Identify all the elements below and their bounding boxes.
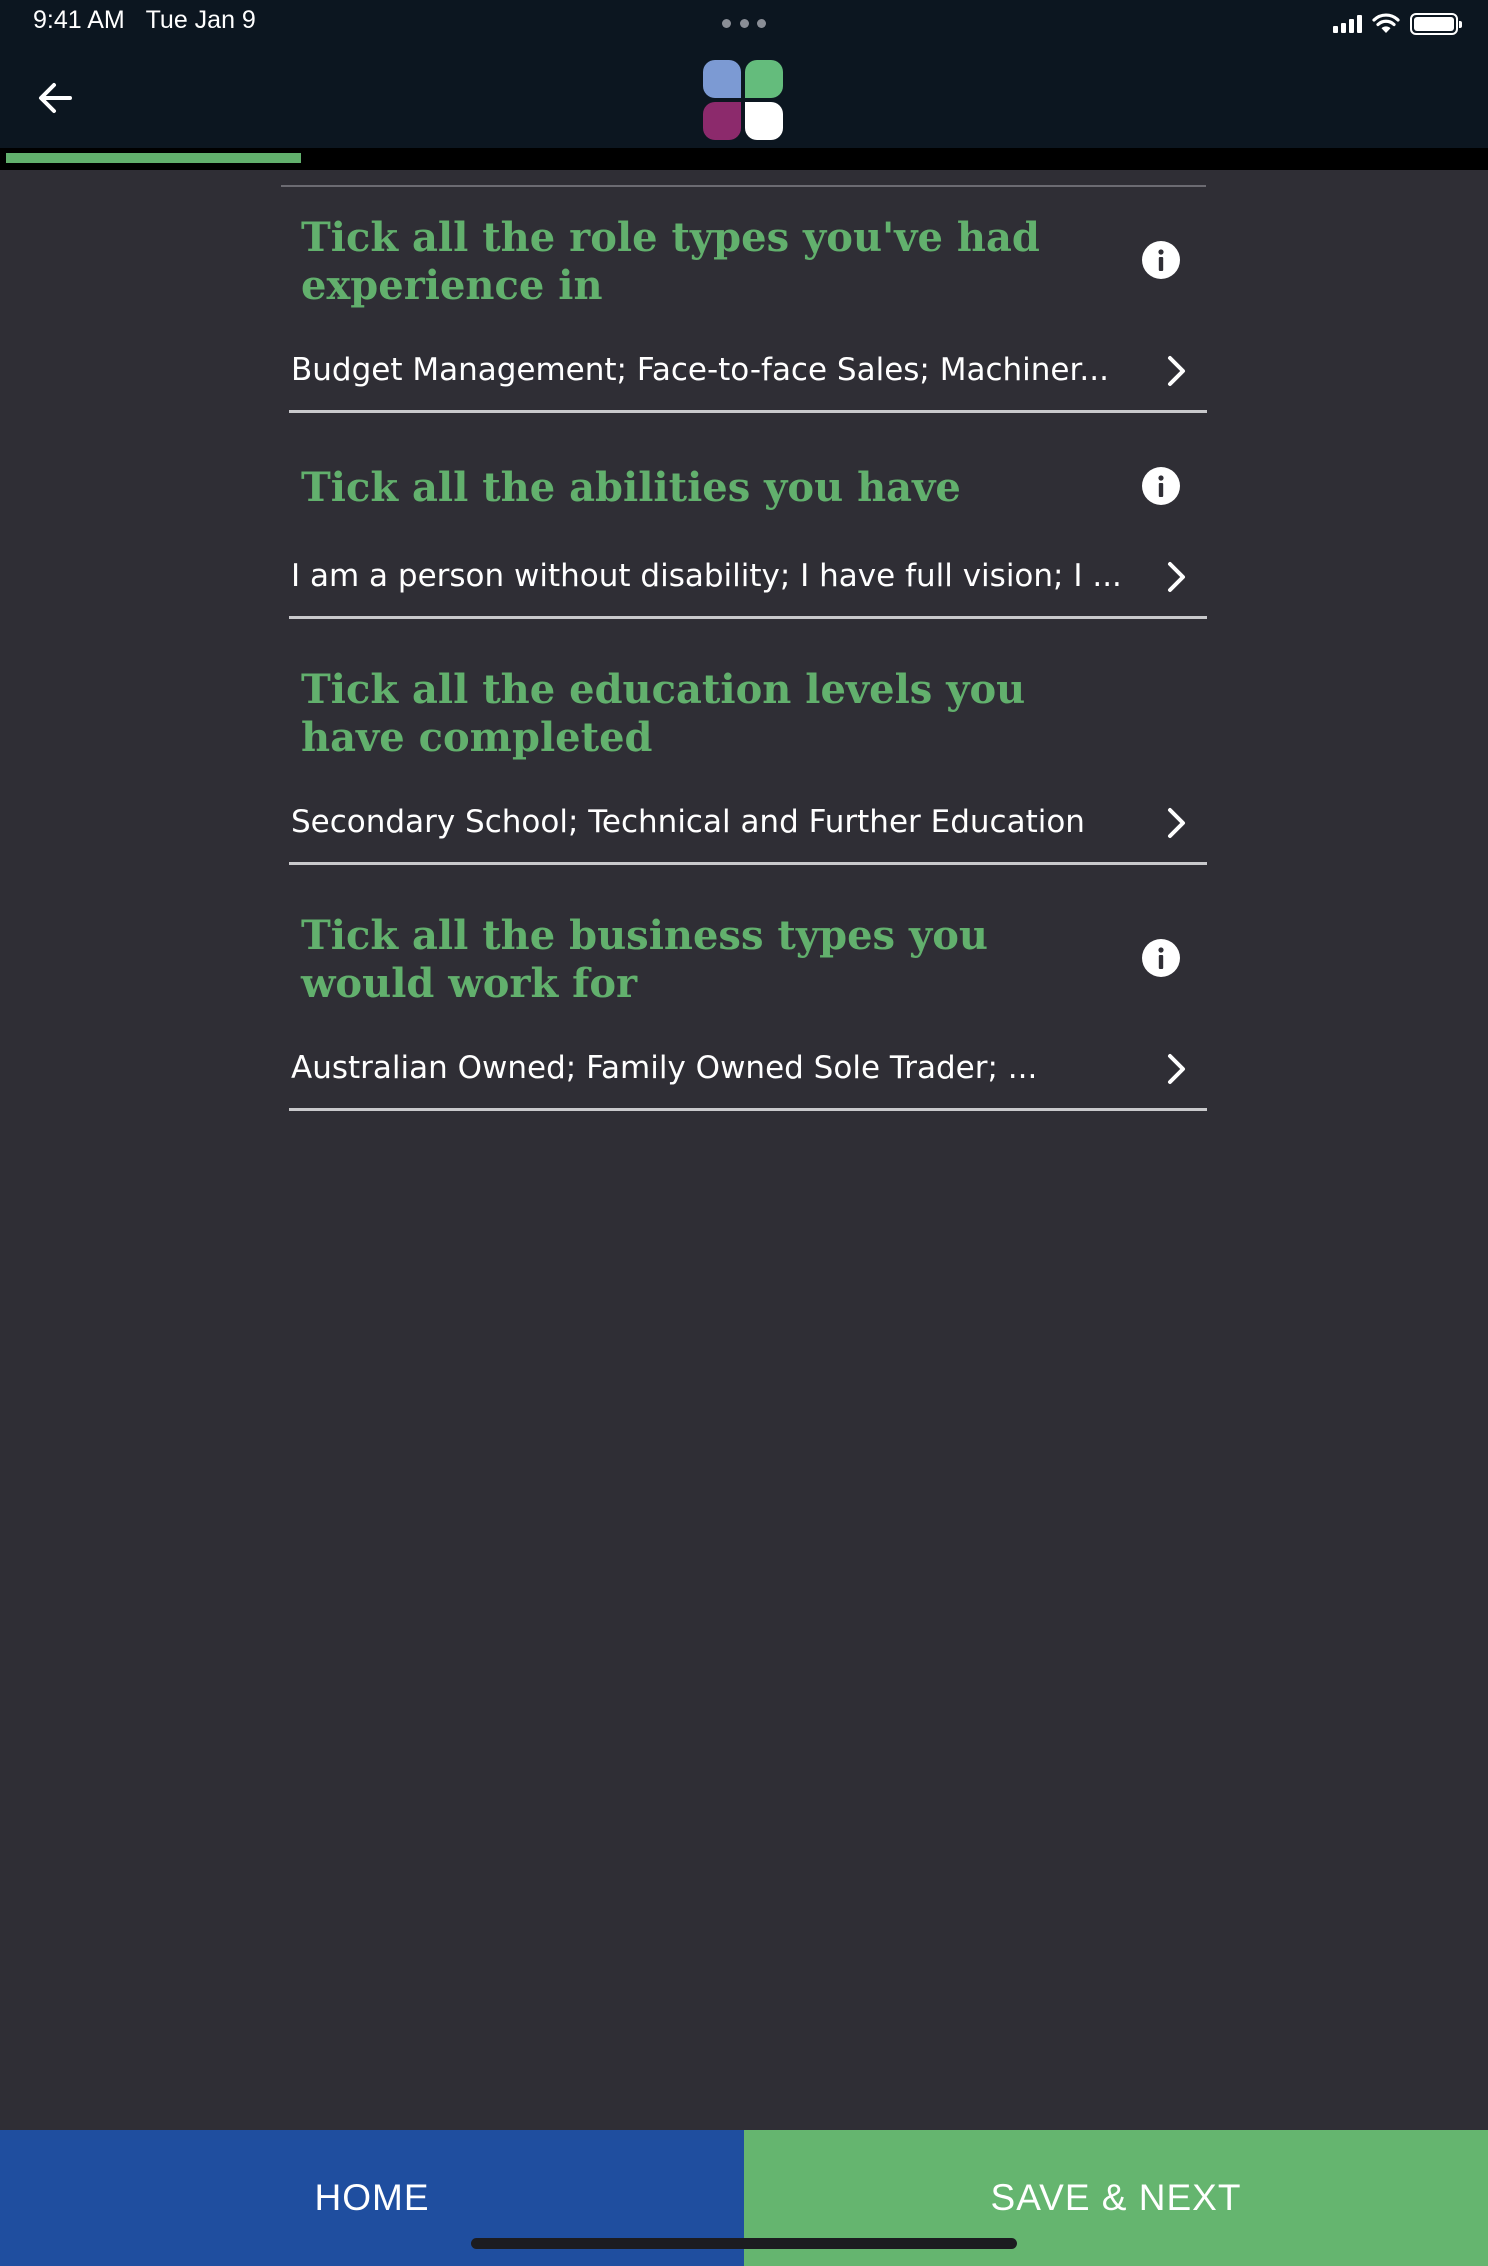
chevron-right-icon — [1168, 356, 1185, 386]
divider — [289, 1108, 1207, 1111]
selection-row-education-levels[interactable]: Secondary School; Technical and Further … — [289, 792, 1207, 852]
divider — [289, 616, 1207, 619]
selection-value: Secondary School; Technical and Further … — [291, 804, 1085, 840]
progress-bar — [0, 148, 1488, 170]
info-icon[interactable] — [1141, 466, 1181, 506]
selection-value: I am a person without disability; I have… — [291, 558, 1121, 594]
status-bar: 9:41 AM Tue Jan 9 — [0, 0, 1488, 48]
selection-value: Budget Management; Face-to-face Sales; M… — [291, 352, 1109, 388]
info-icon[interactable] — [1141, 240, 1181, 280]
info-icon[interactable] — [1141, 938, 1181, 978]
selection-value: Australian Owned; Family Owned Sole Trad… — [291, 1050, 1038, 1086]
selection-row-business-types[interactable]: Australian Owned; Family Owned Sole Trad… — [289, 1038, 1207, 1098]
multitasking-dots-icon[interactable] — [722, 19, 766, 29]
chevron-right-icon — [1168, 562, 1185, 592]
status-icons — [1333, 12, 1462, 36]
divider — [289, 410, 1207, 413]
progress-bar-fill — [6, 153, 301, 163]
divider — [289, 862, 1207, 865]
selection-row-role-types[interactable]: Budget Management; Face-to-face Sales; M… — [289, 340, 1207, 400]
status-date: Tue Jan 9 — [145, 6, 256, 34]
divider — [281, 185, 1206, 187]
section-title: Tick all the education levels you have c… — [301, 666, 1026, 761]
home-indicator[interactable] — [471, 2238, 1017, 2249]
selection-row-abilities[interactable]: I am a person without disability; I have… — [289, 546, 1207, 606]
status-time: 9:41 AM Tue Jan 9 — [33, 6, 256, 35]
section-title: Tick all the business types you would wo… — [301, 912, 988, 1007]
back-button[interactable] — [28, 72, 84, 124]
nav-header — [0, 48, 1488, 148]
chevron-right-icon — [1168, 808, 1185, 838]
arrow-left-icon — [39, 83, 72, 113]
section-title: Tick all the abilities you have — [301, 464, 961, 511]
app-logo — [703, 60, 783, 140]
wifi-icon — [1372, 13, 1400, 33]
section-title: Tick all the role types you've had exper… — [301, 214, 1040, 309]
cellular-signal-icon — [1333, 15, 1362, 33]
status-clock: 9:41 AM — [33, 6, 125, 34]
chevron-right-icon — [1168, 1054, 1185, 1084]
battery-icon — [1410, 13, 1462, 35]
